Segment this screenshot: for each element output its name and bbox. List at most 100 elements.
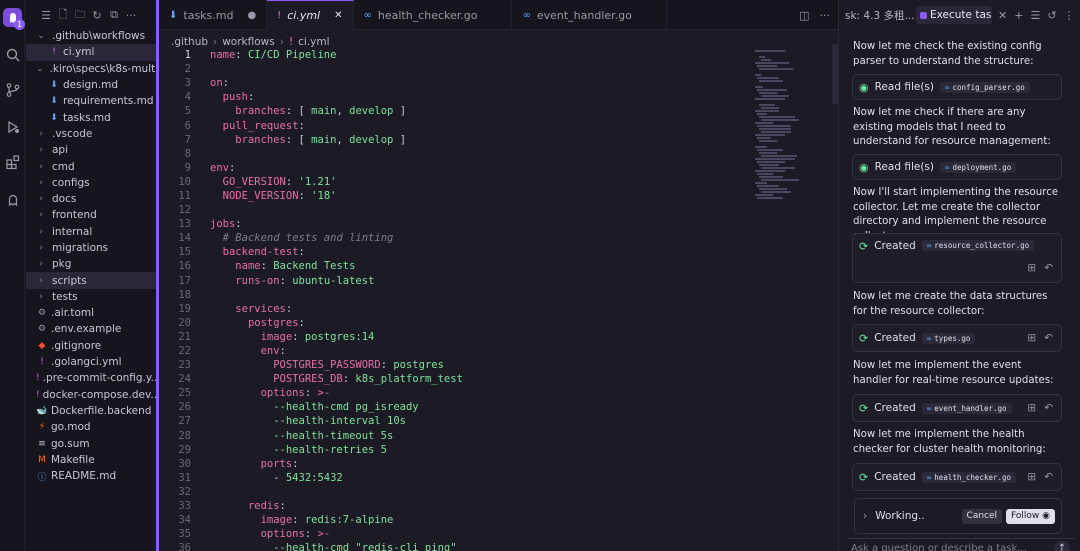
revert-icon[interactable]: ↶ bbox=[1044, 332, 1053, 344]
tree-file[interactable]: ! ci.yml bbox=[26, 44, 156, 61]
tool-call-card[interactable]: ◉ Read file(s) ∞ config_parser.go bbox=[852, 74, 1062, 100]
tool-call-card[interactable]: ◉ Read file(s) ∞ deployment.go bbox=[852, 154, 1062, 180]
follow-button[interactable]: Follow ◉ bbox=[1006, 508, 1055, 524]
tool-call-card[interactable]: ⟳ Created ∞ types.go ⊞ ↶ bbox=[852, 324, 1062, 352]
copy-path-icon[interactable]: ☰ bbox=[39, 8, 53, 22]
split-editor-icon[interactable]: ◫ bbox=[799, 9, 809, 22]
tree-folder[interactable]: › api bbox=[26, 142, 156, 158]
editor-tab[interactable]: ∞ health_checker.go bbox=[354, 0, 513, 30]
more-actions-icon[interactable]: ··· bbox=[124, 8, 138, 22]
tree-folder[interactable]: › internal bbox=[26, 224, 156, 240]
breadcrumb-item[interactable]: .github bbox=[171, 36, 208, 48]
tree-file[interactable]: ! .pre-commit-config.y... bbox=[26, 370, 156, 386]
history-list-icon[interactable]: ☰ bbox=[1030, 9, 1040, 22]
kiro-logo-icon[interactable]: 1 bbox=[3, 8, 25, 30]
more-actions-icon[interactable]: ··· bbox=[820, 9, 831, 22]
tree-folder[interactable]: › .vscode bbox=[26, 126, 156, 142]
tree-file[interactable]: ⚙ .air.toml bbox=[26, 305, 156, 321]
tree-file[interactable]: ⬇ tasks.md bbox=[26, 109, 156, 125]
file-chip-label: event_handler.go bbox=[934, 403, 1007, 413]
editor-tab[interactable]: ∞ event_handler.go bbox=[512, 0, 667, 30]
editor-tab[interactable]: ! ci.yml ✕ bbox=[267, 0, 354, 30]
tree-folder[interactable]: › tests bbox=[26, 289, 156, 305]
code-token: on bbox=[210, 77, 223, 90]
extensions-icon[interactable] bbox=[3, 152, 22, 171]
tree-file[interactable]: ⬇ design.md bbox=[26, 77, 156, 93]
close-icon[interactable]: ✕ bbox=[334, 10, 342, 21]
send-icon[interactable]: ↑ bbox=[1054, 541, 1070, 551]
more-actions-icon[interactable]: ⋮ bbox=[1064, 9, 1075, 22]
file-chip[interactable]: ∞ types.go bbox=[921, 332, 976, 344]
tree-file[interactable]: ! .golangci.yml bbox=[26, 354, 156, 370]
tree-folder[interactable]: ⌄ .kiro\specs\k8s-mult... bbox=[26, 61, 156, 77]
tree-folder[interactable]: › docs bbox=[26, 191, 156, 207]
open-diff-icon[interactable]: ⊞ bbox=[1027, 262, 1036, 274]
tree-file[interactable]: ⚙ .env.example bbox=[26, 321, 156, 337]
history-icon[interactable]: ↺ bbox=[1047, 9, 1056, 22]
code-token: : bbox=[279, 500, 286, 513]
cancel-button[interactable]: Cancel bbox=[961, 508, 1003, 524]
tree-file[interactable]: M Makefile bbox=[26, 452, 156, 468]
new-session-icon[interactable]: + bbox=[1014, 9, 1023, 22]
tool-call-card[interactable]: ⟳ Created ∞ health_checker.go ⊞ ↶ bbox=[852, 463, 1062, 491]
code-text: - 5432:5432 bbox=[210, 472, 343, 484]
close-icon[interactable]: ✕ bbox=[998, 9, 1007, 22]
kiro-ghost-icon[interactable] bbox=[3, 190, 22, 209]
search-icon[interactable] bbox=[3, 45, 22, 64]
file-chip[interactable]: ∞ event_handler.go bbox=[921, 402, 1012, 414]
source-control-icon[interactable] bbox=[3, 80, 22, 99]
tree-file[interactable]: ⬇ requirements.md bbox=[26, 93, 156, 109]
tool-call-card[interactable]: ⟳ Created ∞ resource_collector.go ⊞ ↶ bbox=[852, 233, 1062, 283]
open-diff-icon[interactable]: ⊞ bbox=[1027, 471, 1036, 483]
code-line: 27 --health-interval 10s bbox=[159, 414, 749, 428]
tree-file[interactable]: 🐋 Dockerfile.backend bbox=[26, 403, 156, 419]
open-diff-icon[interactable]: ⊞ bbox=[1027, 332, 1036, 344]
agent-tab-active[interactable]: Execute task: 5 bbox=[916, 6, 992, 24]
chevron-right-icon: › bbox=[39, 161, 43, 172]
breadcrumb-item[interactable]: workflows bbox=[222, 36, 275, 48]
breadcrumb-item[interactable]: ci.yml bbox=[298, 36, 329, 48]
tree-folder[interactable]: › pkg bbox=[26, 256, 156, 272]
minimap-line bbox=[757, 113, 767, 115]
minimap[interactable] bbox=[751, 44, 831, 551]
file-chip[interactable]: ∞ resource_collector.go bbox=[921, 240, 1035, 251]
code-token: : bbox=[342, 373, 356, 386]
tree-file[interactable]: ◆ .gitignore bbox=[26, 338, 156, 354]
collapse-all-icon[interactable]: ⧉ bbox=[107, 8, 121, 22]
editor-actions: ◫ ··· bbox=[799, 0, 830, 30]
code-editor[interactable]: 1 name: CI/CD Pipeline 2 3 on: 4 push: 5 branc… bbox=[159, 48, 749, 551]
tree-folder[interactable]: › configs bbox=[26, 175, 156, 191]
open-diff-icon[interactable]: ⊞ bbox=[1027, 402, 1036, 414]
tree-file[interactable]: ≡ go.sum bbox=[26, 435, 156, 451]
revert-icon[interactable]: ↶ bbox=[1044, 402, 1053, 414]
file-chip[interactable]: ∞ deployment.go bbox=[940, 161, 1017, 173]
dirty-indicator-icon[interactable]: ● bbox=[247, 10, 256, 21]
agent-tab[interactable]: sk: 4.3 多租... bbox=[839, 8, 914, 23]
tree-file[interactable]: ! docker-compose.dev.... bbox=[26, 387, 156, 403]
chat-input[interactable]: Ask a question or describe a task... bbox=[847, 538, 1075, 551]
tree-folder[interactable]: › scripts bbox=[26, 272, 156, 289]
revert-icon[interactable]: ↶ bbox=[1044, 471, 1053, 483]
tree-folder[interactable]: ⌄ .github\workflows bbox=[26, 28, 156, 44]
revert-icon[interactable]: ↶ bbox=[1044, 262, 1053, 274]
new-file-icon[interactable]: 🗋 bbox=[56, 8, 70, 22]
new-folder-icon[interactable]: 🗀 bbox=[73, 8, 87, 22]
code-text: ports: bbox=[210, 458, 299, 470]
tree-file[interactable]: ⓘ README.md bbox=[26, 468, 156, 484]
tool-call-card[interactable]: ⟳ Created ∞ event_handler.go ⊞ ↶ bbox=[852, 394, 1062, 422]
code-line: 13 jobs: bbox=[159, 217, 749, 231]
file-chip[interactable]: ∞ health_checker.go bbox=[921, 471, 1017, 483]
tree-folder[interactable]: › migrations bbox=[26, 240, 156, 256]
file-chip[interactable]: ∞ config_parser.go bbox=[940, 81, 1030, 93]
tree-folder[interactable]: › cmd bbox=[26, 158, 156, 174]
chevron-right-icon[interactable]: › bbox=[863, 510, 867, 522]
refresh-icon[interactable]: ↻ bbox=[90, 8, 104, 22]
tree-file[interactable]: ⚡ go.mod bbox=[26, 419, 156, 435]
tab-label: health_checker.go bbox=[377, 8, 478, 22]
editor-tab[interactable]: ⬇ tasks.md ● bbox=[159, 0, 268, 30]
tree-folder[interactable]: › frontend bbox=[26, 207, 156, 223]
minimap-line bbox=[759, 80, 783, 82]
minimap-line bbox=[757, 65, 777, 67]
run-debug-icon[interactable] bbox=[3, 117, 22, 136]
